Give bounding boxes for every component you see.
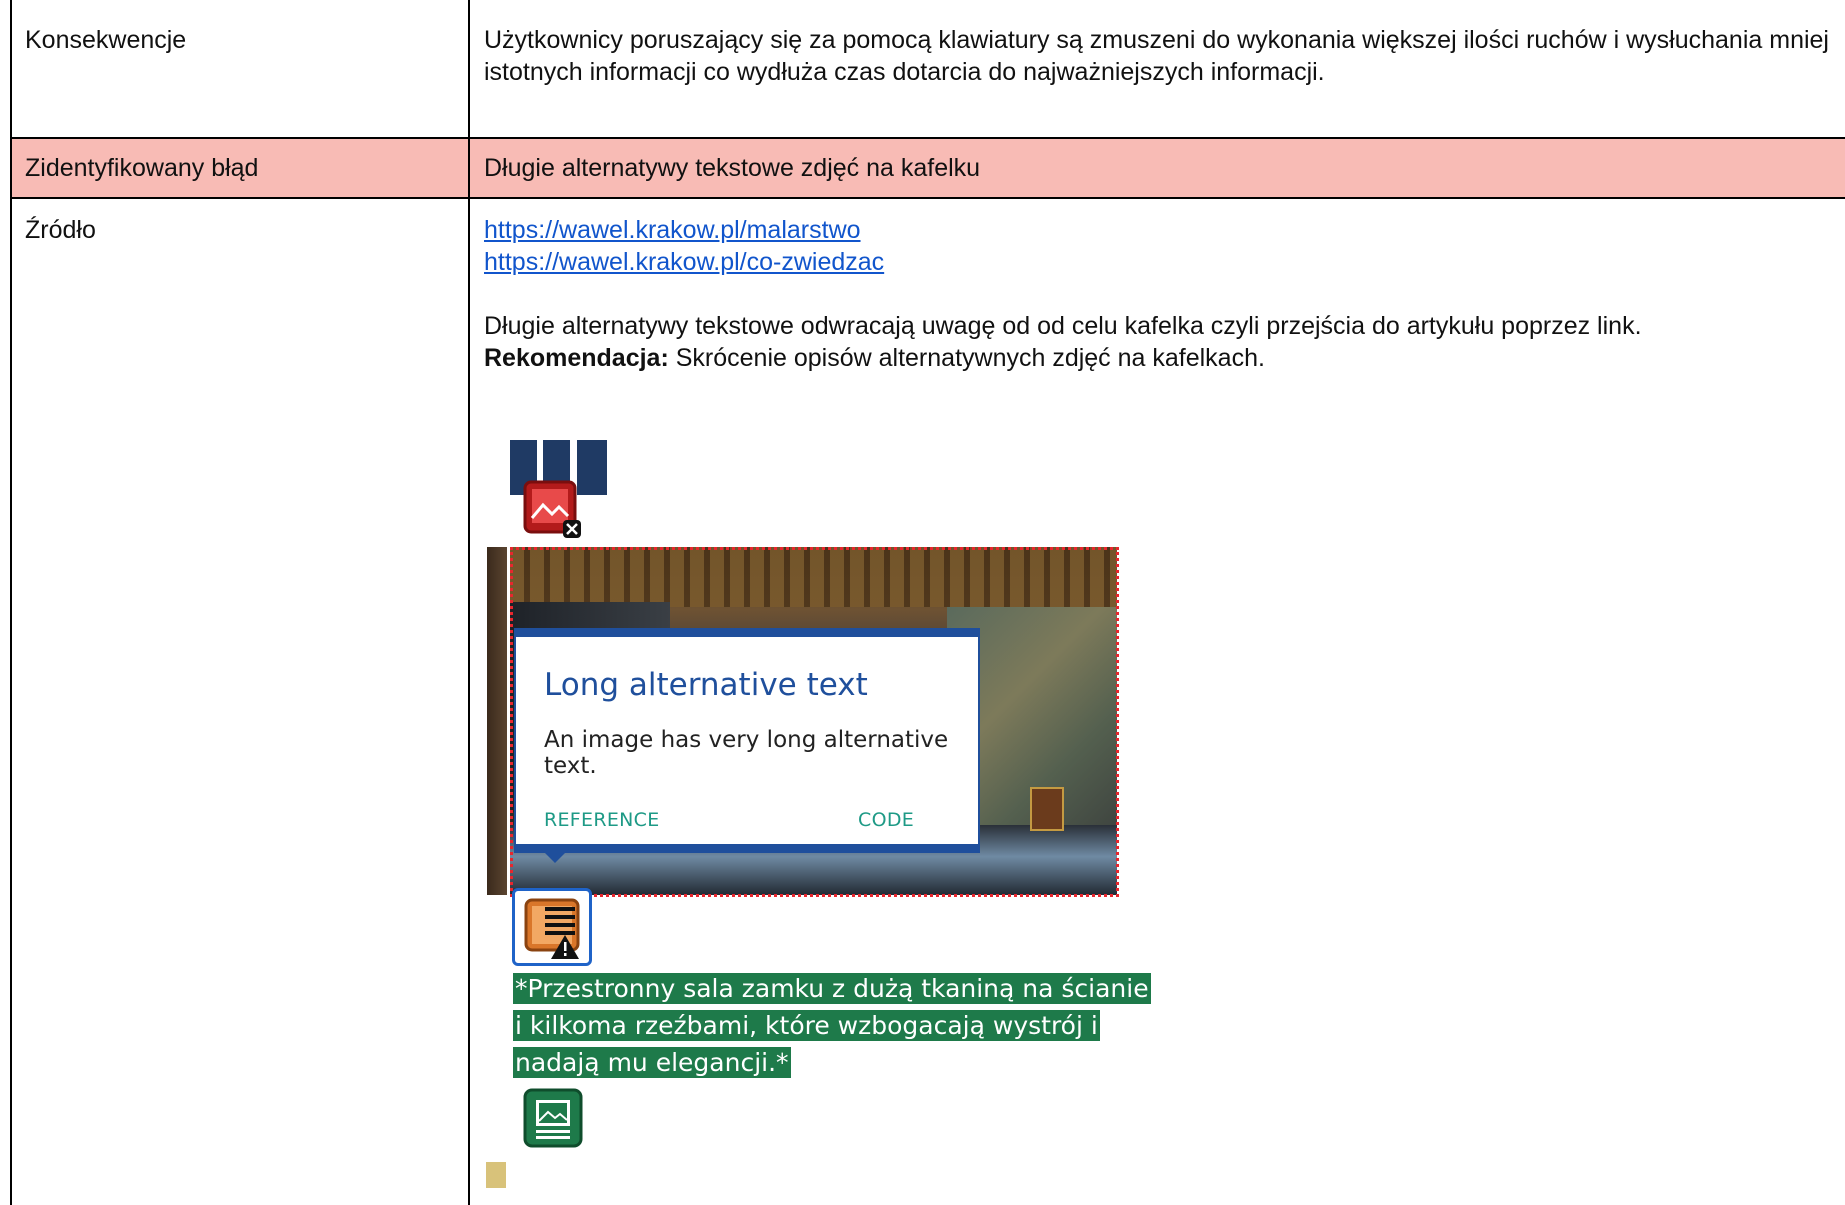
partial-tile-marker xyxy=(486,1162,506,1188)
recommendation: Rekomendacja: Skrócenie opisów alternaty… xyxy=(484,342,1834,374)
table-border-left xyxy=(10,0,12,1205)
alert-icon-selected-frame[interactable] xyxy=(512,888,592,966)
embedded-wave-screenshot: Long alternative text An image has very … xyxy=(485,440,1151,1205)
source-link-co-zwiedzac[interactable]: https://wawel.krakow.pl/co-zwiedzac xyxy=(484,246,884,278)
adjacent-tile-edge xyxy=(487,547,507,895)
row-content-consequences: Użytkownicy poruszający się za pomocą kl… xyxy=(484,26,1829,86)
popup-body: An image has very long alternative text. xyxy=(544,727,949,779)
row-content-identified-error: Długie alternatywy tekstowe zdjęć na kaf… xyxy=(484,154,981,182)
code-link[interactable]: CODE xyxy=(858,809,914,831)
accessibility-report-table: Konsekwencje Użytkownicy poruszający się… xyxy=(0,0,1845,1205)
row-label-source: Źródło xyxy=(25,216,96,244)
alt-text-line: *Przestronny sala zamku z dużą tkaniną n… xyxy=(513,973,1151,1004)
recommendation-text: Skrócenie opisów alternatywnych zdjęć na… xyxy=(668,344,1265,372)
recommendation-label: Rekomendacja: xyxy=(484,344,669,372)
row-label-consequences: Konsekwencje xyxy=(25,26,187,54)
reference-link[interactable]: REFERENCE xyxy=(544,809,660,831)
long-alt-warning-icon xyxy=(524,898,580,959)
source-link-malarstwo[interactable]: https://wawel.krakow.pl/malarstwo xyxy=(484,214,861,246)
table-row-divider xyxy=(10,137,1845,139)
popup-title: Long alternative text xyxy=(544,667,868,703)
alt-text-display: *Przestronny sala zamku z dużą tkaniną n… xyxy=(513,970,1153,1081)
alt-text-line: nadają mu elegancji.* xyxy=(513,1047,791,1078)
row-label-identified-error: Zidentyfikowany błąd xyxy=(25,154,259,182)
popup-pointer xyxy=(541,849,569,863)
image-ok-icon[interactable] xyxy=(523,1088,583,1148)
wave-tooltip-popup: Long alternative text An image has very … xyxy=(514,628,980,853)
source-description: Długie alternatywy tekstowe odwracają uw… xyxy=(484,312,1642,340)
table-column-divider xyxy=(468,0,470,1205)
alt-text-line: i kilkoma rzeźbami, które wzbogacają wys… xyxy=(513,1010,1100,1041)
table-row-divider xyxy=(10,197,1845,199)
image-error-icon[interactable] xyxy=(523,480,583,538)
